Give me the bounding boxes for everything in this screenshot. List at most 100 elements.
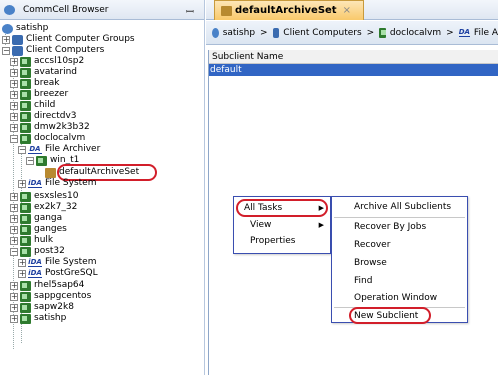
collapse-icon[interactable]: − [2, 46, 10, 55]
commcell-icon [2, 23, 13, 34]
tree-node-client-doclocalvm[interactable]: − doclocalvm [10, 133, 85, 144]
data-agent-icon: DA [458, 28, 470, 37]
tree-node-client[interactable]: + sappgcentos [10, 291, 91, 302]
tree-node-label: ganga [34, 213, 63, 223]
server-icon [20, 291, 31, 302]
tree-node-client[interactable]: + dmw2k3b32 [10, 122, 90, 133]
tree-node-client[interactable]: + child [10, 100, 55, 111]
collapse-icon[interactable]: − [26, 156, 34, 165]
server-icon [20, 100, 31, 111]
menu-item-find[interactable]: Find [332, 273, 467, 289]
expand-icon[interactable]: + [10, 123, 18, 132]
breadcrumb-separator: > [366, 27, 375, 38]
expand-icon[interactable]: + [10, 236, 18, 245]
expand-icon[interactable]: + [10, 214, 18, 223]
panel-title: CommCell Browser [23, 4, 109, 15]
server-icon [20, 111, 31, 122]
expand-icon[interactable]: + [10, 57, 18, 66]
table-row[interactable]: default [209, 64, 498, 76]
menu-item-recover[interactable]: Recover [332, 237, 467, 253]
breadcrumb-item[interactable]: Client Computers [283, 28, 361, 38]
expand-icon[interactable]: + [10, 225, 18, 234]
tree-node-client-post32[interactable]: − post32 [10, 246, 65, 257]
expand-icon[interactable]: + [10, 101, 18, 110]
expand-icon[interactable]: + [2, 35, 10, 44]
collapse-icon[interactable]: − [10, 247, 18, 256]
expand-icon[interactable]: + [10, 112, 18, 121]
tree-node-label: dmw2k3b32 [34, 122, 90, 132]
tree-node-label: break [34, 78, 60, 88]
menu-item-label: View [250, 220, 272, 230]
tree-node-client[interactable]: + break [10, 78, 59, 89]
expand-icon[interactable]: + [10, 68, 18, 77]
tree-node-client[interactable]: + hulk [10, 235, 53, 246]
commcell-browser-header: CommCell Browser ꟷ [0, 0, 204, 20]
tree-node-file-archiver[interactable]: − DA File Archiver [18, 144, 100, 155]
tab-strip: defaultArchiveSet × [206, 0, 498, 20]
tree-node-client[interactable]: + ganges [10, 224, 67, 235]
all-tasks-submenu: Archive All Subclients Recover By Jobs R… [331, 196, 468, 324]
menu-item-archive-all-subclients[interactable]: Archive All Subclients [332, 199, 467, 215]
server-icon [20, 122, 31, 133]
tree-node-file-system[interactable]: + iDA File System [18, 257, 96, 268]
tree-node-client-computers[interactable]: − Client Computers [2, 45, 104, 56]
tree-node-file-system[interactable]: + iDA File System [18, 178, 96, 189]
expand-icon[interactable]: + [18, 179, 26, 188]
collapse-icon[interactable]: − [10, 134, 18, 143]
data-agent-icon: iDA [28, 258, 42, 267]
tree-node-client[interactable]: + accsl10sp2 [10, 56, 84, 67]
tab-default-archive-set[interactable]: defaultArchiveSet × [214, 0, 364, 20]
tree-node-label: avatarind [34, 67, 78, 77]
expand-icon[interactable]: + [10, 281, 18, 290]
submenu-arrow-icon: ▶ [318, 221, 324, 229]
tree-node-client-computer-groups[interactable]: + Client Computer Groups [2, 34, 135, 45]
tree-node-label: directdv3 [34, 111, 77, 121]
expand-icon[interactable]: + [10, 90, 18, 99]
expand-icon[interactable]: + [10, 292, 18, 301]
menu-item-recover-by-jobs[interactable]: Recover By Jobs [332, 219, 467, 235]
expand-icon[interactable]: + [18, 269, 26, 278]
menu-item-operation-window[interactable]: Operation Window [332, 290, 467, 306]
expand-icon[interactable]: + [10, 303, 18, 312]
expand-icon[interactable]: + [10, 192, 18, 201]
expand-icon[interactable]: + [10, 79, 18, 88]
menu-item-browse[interactable]: Browse [332, 255, 467, 271]
tree-node-client[interactable]: + sapw2k8 [10, 302, 74, 313]
pin-icon[interactable]: ꟷ [186, 4, 194, 18]
tree-node-client[interactable]: + ganga [10, 213, 62, 224]
tree-node-client[interactable]: + esxsles10 [10, 191, 78, 202]
tree-node-client[interactable]: + breezer [10, 89, 68, 100]
expand-icon[interactable]: + [18, 258, 26, 267]
tree-node-client[interactable]: + rhel5sap64 [10, 280, 84, 291]
close-icon[interactable]: × [343, 5, 351, 16]
tree-node-label: rhel5sap64 [34, 280, 85, 290]
breadcrumb-item[interactable]: satishp [223, 28, 255, 38]
breadcrumb-item[interactable]: doclocalvm [390, 28, 441, 38]
tree-node-client[interactable]: + avatarind [10, 67, 77, 78]
tree-node-client[interactable]: + ex2k7_32 [10, 202, 77, 213]
server-icon [379, 27, 386, 38]
expand-icon[interactable]: + [10, 203, 18, 212]
tree-node-postgresql[interactable]: + iDA PostGreSQL [18, 268, 98, 279]
tree-node-label: File System [45, 257, 97, 267]
tree-node-commcell[interactable]: satishp [2, 23, 48, 34]
tree-node-label: satishp [16, 23, 49, 33]
column-header-subclient-name[interactable]: Subclient Name [209, 50, 498, 64]
tree-node-label: Client Computers [26, 45, 105, 55]
collapse-icon[interactable]: − [18, 145, 26, 154]
menu-item-view[interactable]: View ▶ [234, 217, 330, 233]
archive-set-icon [221, 5, 232, 16]
server-icon [20, 133, 31, 144]
server-icon [20, 56, 31, 67]
server-icon [20, 78, 31, 89]
tree-node-client[interactable]: + satishp [10, 313, 66, 324]
server-icon [20, 280, 31, 291]
menu-item-properties[interactable]: Properties [234, 233, 330, 249]
tree-node-label: satishp [34, 313, 67, 323]
client-computers-icon [272, 27, 280, 38]
expand-icon[interactable]: + [10, 314, 18, 323]
highlight-oval [236, 199, 328, 217]
tree-node-client[interactable]: + directdv3 [10, 111, 77, 122]
breadcrumb-item[interactable]: File A [474, 28, 498, 38]
menu-separator [334, 217, 465, 218]
